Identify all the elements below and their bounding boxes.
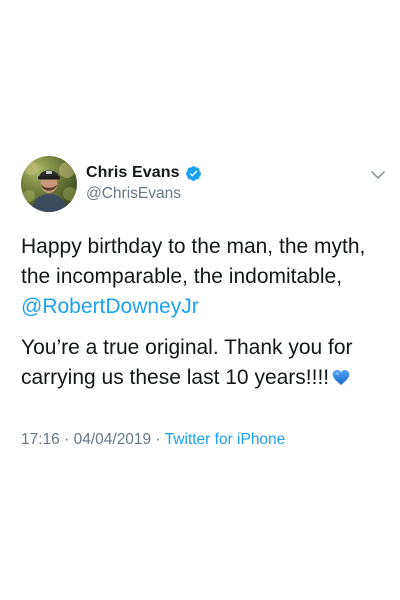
meta-separator-2: ·	[155, 431, 161, 448]
author-display-name[interactable]: Chris Evans	[86, 164, 180, 182]
tweet-header: Chris Evans @ChrisEvans	[21, 156, 389, 216]
tweet-paragraph-2-text: You’re a true original. Thank you for ca…	[21, 336, 353, 389]
mention-link[interactable]: @RobertDowneyJr	[21, 295, 199, 318]
verified-badge-icon	[185, 165, 202, 182]
tweet-meta: 17:16 · 04/04/2019 · Twitter for iPhone	[21, 431, 285, 449]
chevron-down-icon[interactable]	[370, 168, 386, 180]
avatar[interactable]	[21, 156, 77, 212]
author-handle[interactable]: @ChrisEvans	[86, 185, 202, 203]
tweet-paragraph-1-text: Happy birthday to the man, the myth, the…	[21, 235, 366, 288]
tweet-source-link[interactable]: Twitter for iPhone	[165, 431, 286, 448]
blue-heart-icon	[332, 365, 350, 385]
tweet-paragraph-2: You’re a true original. Thank you for ca…	[21, 333, 386, 393]
avatar-image	[23, 161, 77, 212]
tweet-date[interactable]: 04/04/2019	[74, 431, 152, 448]
tweet-card: Chris Evans @ChrisEvans Happy birthday t…	[0, 0, 400, 600]
tweet-text: Happy birthday to the man, the myth, the…	[21, 232, 386, 393]
tweet-time[interactable]: 17:16	[21, 431, 60, 448]
meta-separator: ·	[64, 431, 70, 448]
author-names: Chris Evans @ChrisEvans	[86, 163, 202, 203]
tweet-paragraph-1: Happy birthday to the man, the myth, the…	[21, 232, 386, 322]
